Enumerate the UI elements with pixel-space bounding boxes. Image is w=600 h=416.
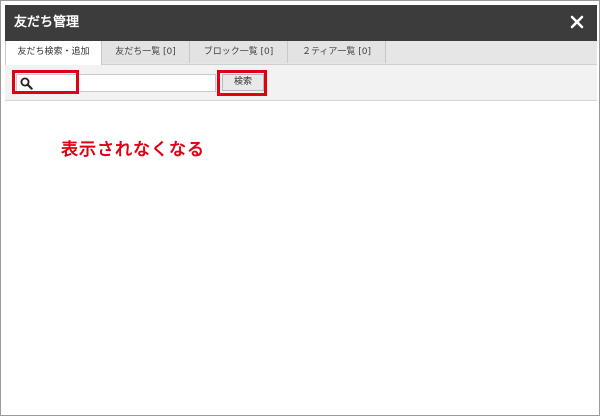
dialog: 友だち管理 友だち検索・追加 友だち一覧 [0] ブロック一覧 [0] ２ティア… bbox=[0, 0, 600, 416]
close-button[interactable] bbox=[567, 12, 587, 32]
search-bar: 検索 bbox=[5, 65, 597, 101]
tab-two-tier-list[interactable]: ２ティア一覧 [0] bbox=[288, 41, 386, 63]
title-bar: 友だち管理 bbox=[5, 5, 597, 41]
tab-block-list[interactable]: ブロック一覧 [0] bbox=[190, 41, 288, 63]
tab-bar: 友だち検索・追加 友だち一覧 [0] ブロック一覧 [0] ２ティア一覧 [0] bbox=[5, 41, 597, 65]
tab-friend-search[interactable]: 友だち検索・追加 bbox=[5, 41, 102, 65]
search-input[interactable] bbox=[37, 75, 213, 91]
close-icon bbox=[570, 15, 584, 29]
tab-friend-list[interactable]: 友だち一覧 [0] bbox=[102, 41, 190, 63]
search-box bbox=[16, 74, 216, 92]
search-button[interactable]: 検索 bbox=[222, 74, 264, 91]
annotation-text: 表示されなくなる bbox=[61, 140, 205, 160]
search-icon bbox=[20, 77, 33, 90]
dialog-title: 友だち管理 bbox=[14, 15, 80, 30]
